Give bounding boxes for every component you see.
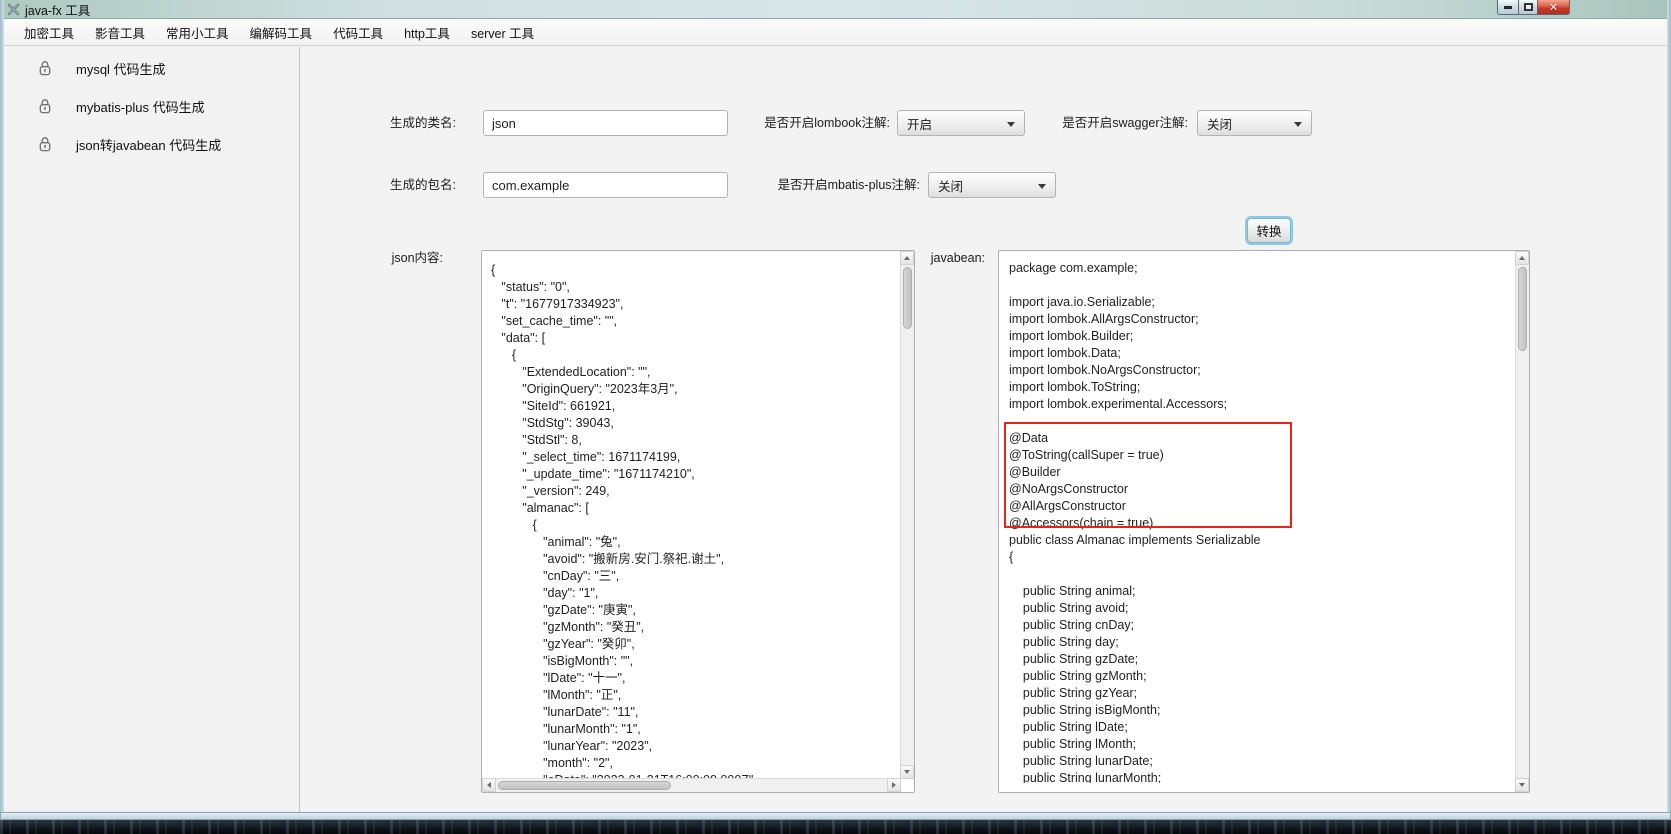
json-hscroll-thumb[interactable]	[498, 781, 671, 790]
titlebar[interactable]: java-fx 工具 ✕	[0, 0, 1671, 19]
scroll-left-button[interactable]	[482, 778, 496, 792]
swagger-combobox[interactable]: 关闭	[1197, 110, 1312, 136]
json-vertical-scrollbar[interactable]	[900, 251, 914, 779]
lombok-combobox-value: 开启	[907, 114, 932, 133]
taskbar[interactable]	[0, 820, 1671, 834]
scroll-up-button[interactable]	[1515, 251, 1529, 265]
triangle-down-icon	[904, 770, 910, 774]
window-bottom-border	[0, 812, 1671, 820]
triangle-left-icon	[487, 782, 491, 788]
lock-icon	[38, 60, 52, 76]
annotation-highlight-box	[1004, 422, 1292, 528]
chevron-down-icon	[1294, 122, 1302, 127]
menu-server-tools[interactable]: server 工具	[469, 20, 536, 45]
minimize-icon	[1504, 6, 1512, 9]
sidebar-item-json2javabean-codegen[interactable]: json转javabean 代码生成	[4, 131, 299, 157]
scroll-up-button[interactable]	[900, 251, 914, 265]
app-root: java-fx 工具 ✕ 加密工具 影音工具 常用小工具 编解码工具 代码工具 …	[0, 0, 1671, 834]
class-name-label: 生成的类名:	[341, 110, 456, 136]
mybatis-combobox[interactable]: 关闭	[928, 172, 1056, 198]
sidebar-item-label: json转javabean 代码生成	[76, 135, 221, 154]
json-content-label: json内容:	[343, 250, 443, 267]
sidebar-item-label: mybatis-plus 代码生成	[76, 97, 205, 116]
menu-http-tools[interactable]: http工具	[402, 20, 452, 45]
sidebar: mysql 代码生成 mybatis-plus 代码生成 json转javabe…	[4, 47, 300, 812]
lombok-label: 是否开启lombook注解:	[701, 110, 890, 136]
triangle-down-icon	[1519, 783, 1525, 787]
close-icon: ✕	[1549, 1, 1558, 14]
triangle-right-icon	[892, 782, 896, 788]
mybatis-combobox-value: 关闭	[938, 176, 963, 195]
sidebar-item-mybatis-plus-codegen[interactable]: mybatis-plus 代码生成	[4, 93, 299, 119]
convert-button[interactable]: 转换	[1247, 218, 1291, 243]
maximize-button[interactable]	[1518, 0, 1538, 15]
menu-common-tools[interactable]: 常用小工具	[164, 20, 231, 45]
chevron-down-icon	[1038, 184, 1046, 189]
close-button[interactable]: ✕	[1538, 0, 1570, 15]
window-left-border	[0, 0, 4, 812]
content-area: mysql 代码生成 mybatis-plus 代码生成 json转javabe…	[4, 47, 1667, 812]
scroll-right-button[interactable]	[887, 778, 901, 792]
json-content-text[interactable]: { "status": "0", "t": "1677917334923", "…	[482, 251, 900, 778]
sidebar-item-mysql-codegen[interactable]: mysql 代码生成	[4, 55, 299, 81]
class-name-input[interactable]	[483, 110, 728, 136]
scroll-down-button[interactable]	[900, 765, 914, 779]
triangle-up-icon	[1519, 256, 1525, 260]
window-controls: ✕	[1497, 0, 1570, 15]
swagger-combobox-value: 关闭	[1207, 114, 1232, 133]
minimize-button[interactable]	[1497, 0, 1518, 15]
json-horizontal-scrollbar[interactable]	[482, 778, 901, 792]
menu-encrypt-tools[interactable]: 加密工具	[22, 20, 76, 45]
window-title: java-fx 工具	[25, 0, 90, 19]
mybatis-label: 是否开启mbatis-plus注解:	[701, 172, 920, 198]
javabean-vscroll-thumb[interactable]	[1518, 267, 1527, 351]
lock-icon	[38, 136, 52, 152]
scroll-down-button[interactable]	[1515, 778, 1529, 792]
triangle-up-icon	[904, 256, 910, 260]
window-right-border	[1667, 0, 1671, 812]
package-name-label: 生成的包名:	[341, 172, 456, 198]
json-content-textarea[interactable]: { "status": "0", "t": "1677917334923", "…	[481, 250, 915, 793]
json-vscroll-thumb[interactable]	[903, 267, 912, 329]
app-window: java-fx 工具 ✕ 加密工具 影音工具 常用小工具 编解码工具 代码工具 …	[0, 0, 1671, 820]
menu-media-tools[interactable]: 影音工具	[93, 20, 147, 45]
lock-icon	[38, 98, 52, 114]
main-panel: 生成的类名: 是否开启lombook注解: 开启 是否开启swagger注解: …	[301, 47, 1667, 812]
menu-codec-tools[interactable]: 编解码工具	[248, 20, 315, 45]
menu-code-tools[interactable]: 代码工具	[331, 20, 385, 45]
javabean-vertical-scrollbar[interactable]	[1515, 251, 1529, 792]
sidebar-item-label: mysql 代码生成	[76, 59, 166, 78]
app-icon	[7, 3, 20, 16]
menubar: 加密工具 影音工具 常用小工具 编解码工具 代码工具 http工具 server…	[4, 19, 1667, 46]
package-name-input[interactable]	[483, 172, 728, 198]
maximize-icon	[1524, 3, 1533, 11]
swagger-label: 是否开启swagger注解:	[1001, 110, 1188, 136]
